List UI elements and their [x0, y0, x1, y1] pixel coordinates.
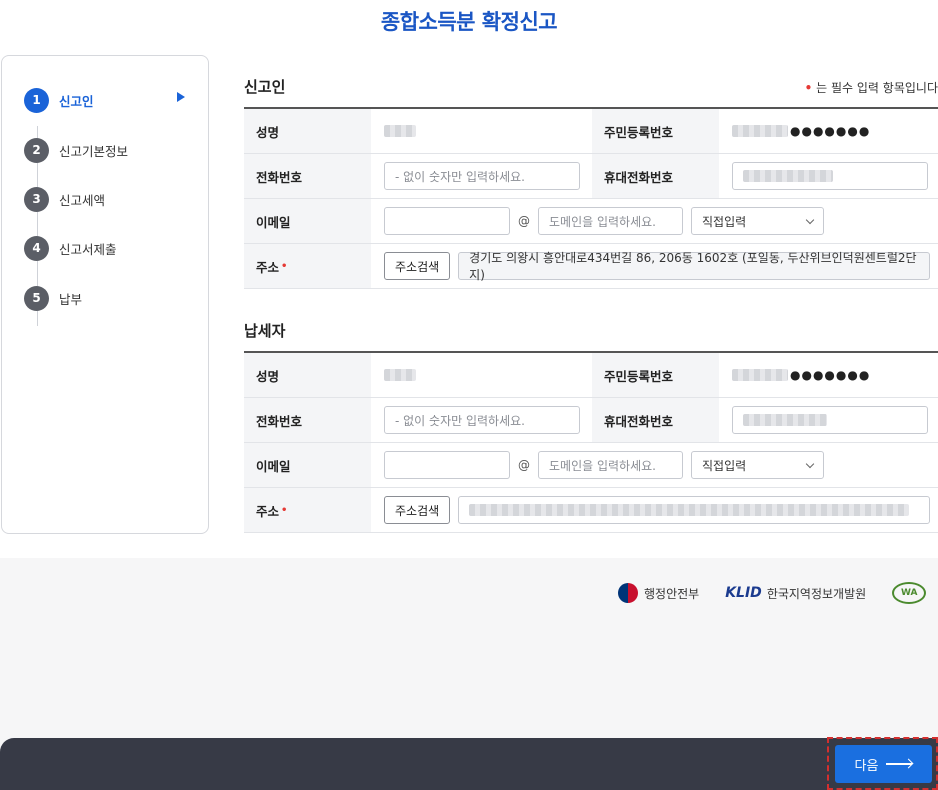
phone-input[interactable]: - 없이 숫자만 입력하세요. [384, 162, 580, 190]
form-row-phone: 전화번호 - 없이 숫자만 입력하세요. 휴대전화번호 [244, 154, 938, 199]
step-number: 5 [24, 285, 49, 311]
active-step-arrow-icon [177, 92, 185, 102]
mobile-label: 휴대전화번호 [592, 398, 719, 442]
name-value-redacted [384, 125, 416, 137]
address-field[interactable] [458, 496, 931, 524]
address-label-text: 주소 [256, 259, 280, 275]
email-at-sign: @ [518, 214, 530, 228]
taxpayer-form: 성명 주민등록번호 ●●●●●●● 전화번호 - 없이 숫자만 입력하세요. 휴… [244, 351, 938, 533]
step-number: 4 [24, 235, 49, 261]
email-domain-select[interactable]: 직접입력 [691, 451, 824, 479]
step-label: 신고기본정보 [59, 143, 129, 159]
mobile-input[interactable] [732, 162, 928, 190]
domain-select-value: 직접입력 [702, 214, 747, 229]
name-value-redacted [384, 369, 416, 381]
step-4[interactable]: 4 신고서제출 [24, 235, 117, 261]
chevron-down-icon [805, 215, 815, 224]
step-label: 신고세액 [59, 192, 106, 208]
required-dot-icon: • [281, 260, 288, 272]
address-search-button[interactable]: 주소검색 [384, 252, 451, 280]
email-id-input[interactable] [384, 451, 510, 479]
email-label: 이메일 [244, 443, 371, 487]
step-number: 1 [24, 87, 49, 113]
step-label: 신고서제출 [59, 241, 117, 257]
step-navigator: 1 신고인 2 신고기본정보 3 신고세액 4 신고서제출 5 납부 [1, 55, 209, 534]
phone-label: 전화번호 [244, 398, 371, 442]
step-2[interactable]: 2 신고기본정보 [24, 137, 128, 163]
address-field[interactable]: 경기도 의왕시 흥안대로434번길 86, 206동 1602호 (포일동, 두… [458, 251, 931, 282]
form-row-address: 주소 • 주소검색 [244, 488, 938, 533]
email-id-input[interactable] [384, 207, 510, 235]
required-note: • 는 필수 입력 항목입니다 [805, 79, 938, 96]
rrn-front-redacted [732, 369, 788, 381]
mobile-input[interactable] [732, 406, 928, 434]
email-domain-input[interactable]: 도메인을 입력하세요. [538, 451, 683, 479]
mobile-label: 휴대전화번호 [592, 154, 719, 198]
step-5[interactable]: 5 납부 [24, 285, 82, 311]
address-label: 주소 • [244, 244, 371, 288]
klid-logo-icon: KLID [725, 585, 762, 601]
footer-logos: 행정안전부 KLID 한국지역정보개발원 WA [618, 582, 927, 604]
form-row-phone: 전화번호 - 없이 숫자만 입력하세요. 휴대전화번호 [244, 398, 938, 443]
chevron-down-icon [805, 459, 815, 468]
name-label: 성명 [244, 109, 371, 153]
email-at-sign: @ [518, 458, 530, 472]
step-number: 3 [24, 186, 49, 212]
step-1[interactable]: 1 신고인 [24, 87, 94, 113]
section-title-reporter: 신고인 [244, 78, 286, 96]
address-value-redacted [469, 504, 910, 516]
required-dot-icon: • [281, 504, 288, 516]
phone-label: 전화번호 [244, 154, 371, 198]
gov-name: 행정안전부 [644, 586, 700, 601]
form-row-name: 성명 주민등록번호 ●●●●●●● [244, 353, 938, 398]
name-value-cell [384, 109, 416, 153]
next-button-label: 다음 [854, 758, 879, 774]
rrn-label: 주민등록번호 [592, 353, 719, 397]
required-note-text: 는 필수 입력 항목입니다 [816, 81, 938, 95]
klid-name: 한국지역정보개발원 [766, 586, 867, 601]
rrn-front-redacted [732, 125, 788, 137]
required-dot-icon: • [804, 81, 813, 95]
rrn-label: 주민등록번호 [592, 109, 719, 153]
form-row-name: 성명 주민등록번호 ●●●●●●● [244, 109, 938, 154]
step-label: 납부 [59, 291, 83, 307]
email-domain-select[interactable]: 직접입력 [691, 207, 824, 235]
address-search-button[interactable]: 주소검색 [384, 496, 451, 524]
mobile-value-redacted [743, 170, 833, 182]
domain-select-value: 직접입력 [702, 458, 747, 473]
taegeuk-logo-icon [618, 583, 638, 603]
section-title-taxpayer: 납세자 [244, 322, 286, 340]
step-number: 2 [24, 137, 49, 163]
email-label: 이메일 [244, 199, 371, 243]
phone-input[interactable]: - 없이 숫자만 입력하세요. [384, 406, 580, 434]
form-row-address: 주소 • 주소검색 경기도 의왕시 흥안대로434번길 86, 206동 1602… [244, 244, 938, 289]
mobile-value-redacted [743, 414, 827, 426]
bottom-action-bar [0, 738, 938, 790]
address-label-text: 주소 [256, 503, 280, 519]
address-label: 주소 • [244, 488, 371, 532]
rrn-mask: ●●●●●●● [790, 124, 871, 138]
step-label: 신고인 [59, 93, 94, 109]
rrn-value: ●●●●●●● [732, 109, 870, 153]
form-row-email: 이메일 @ 도메인을 입력하세요. 직접입력 [244, 443, 938, 488]
page-title: 종합소득분 확정신고 [380, 10, 558, 34]
reporter-form: 성명 주민등록번호 ●●●●●●● 전화번호 - 없이 숫자만 입력하세요. 휴… [244, 107, 938, 289]
arrow-right-icon [886, 763, 913, 765]
step-3[interactable]: 3 신고세액 [24, 186, 105, 212]
rrn-mask: ●●●●●●● [790, 368, 871, 382]
wa-mark-logo-icon: WA [892, 582, 927, 604]
rrn-value: ●●●●●●● [732, 353, 870, 397]
email-domain-input[interactable]: 도메인을 입력하세요. [538, 207, 683, 235]
form-row-email: 이메일 @ 도메인을 입력하세요. 직접입력 [244, 199, 938, 244]
name-value-cell [384, 353, 416, 397]
next-button[interactable]: 다음 [835, 745, 932, 783]
name-label: 성명 [244, 353, 371, 397]
